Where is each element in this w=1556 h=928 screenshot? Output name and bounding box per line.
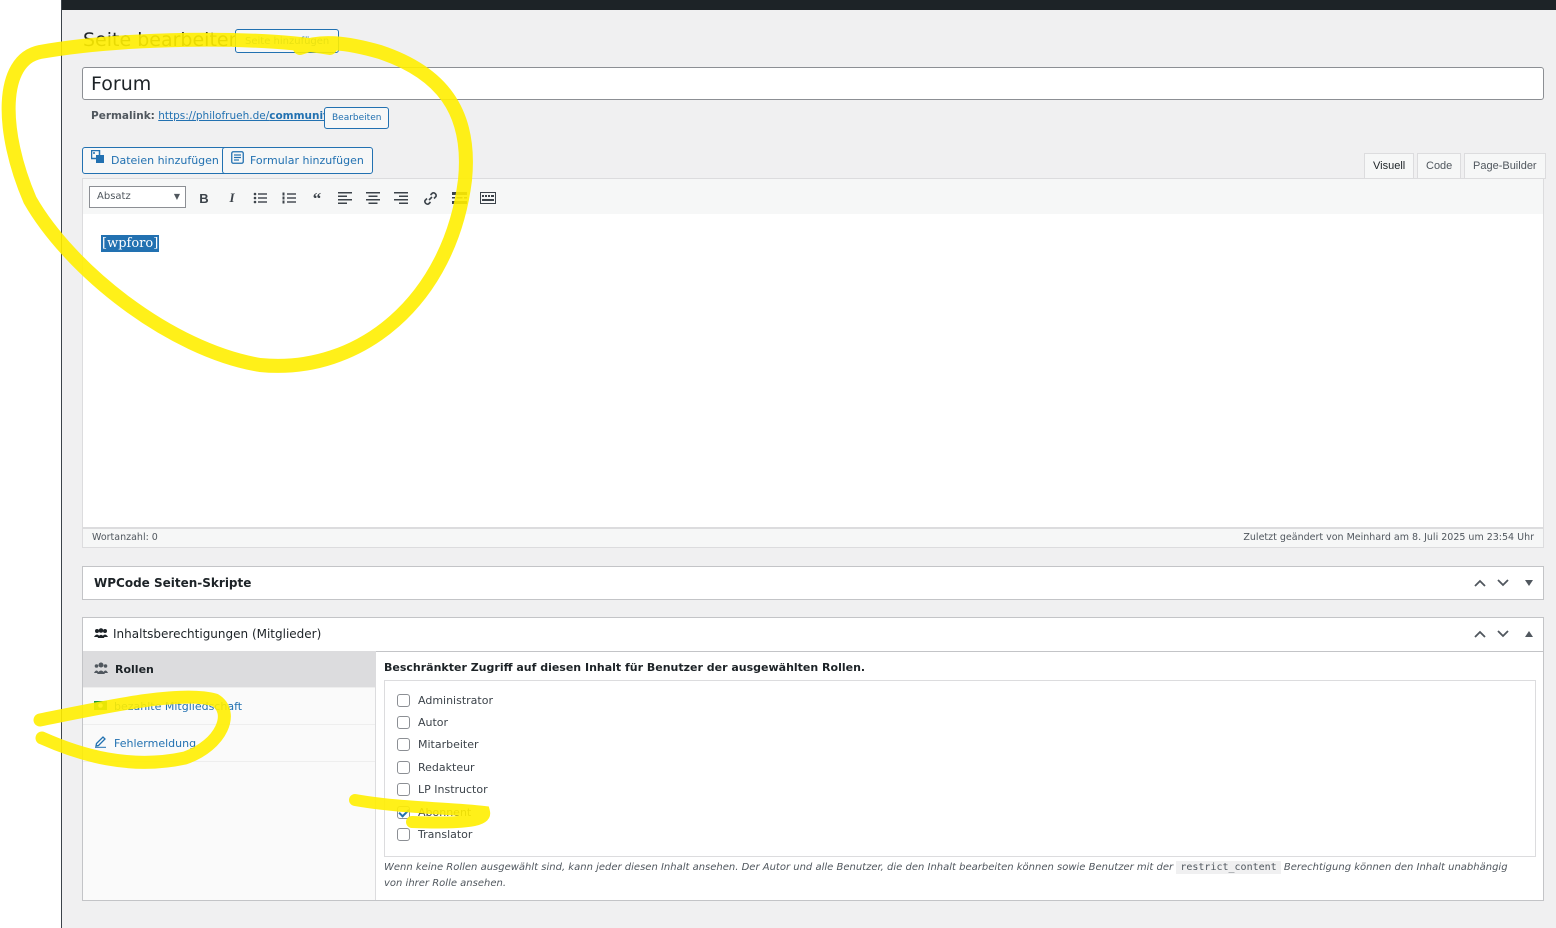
blockquote-icon[interactable]: “ xyxy=(307,188,327,208)
add-form-label: Formular hinzufügen xyxy=(250,154,364,167)
admin-bar xyxy=(62,0,1556,10)
edit-icon xyxy=(94,735,107,751)
post-title-input[interactable] xyxy=(82,67,1544,100)
chevron-down-icon: ▼ xyxy=(173,192,180,201)
role-option[interactable]: Administrator xyxy=(397,694,493,707)
roles-list: Administrator Autor Mitarbeiter Redakteu… xyxy=(384,680,1536,857)
content-shortcode[interactable]: [wpforo] xyxy=(101,235,160,252)
role-option[interactable]: Translator xyxy=(397,828,472,841)
role-option[interactable]: Mitarbeiter xyxy=(397,738,479,751)
role-label: Autor xyxy=(418,716,449,729)
permalink-label: Permalink: xyxy=(91,110,155,122)
roles-heading: Beschränkter Zugriff auf diesen Inhalt f… xyxy=(384,661,866,674)
page-title: Seite bearbeiten xyxy=(83,29,241,51)
role-option[interactable]: Redakteur xyxy=(397,761,475,774)
groups-icon xyxy=(94,627,108,641)
align-center-icon[interactable] xyxy=(363,188,383,208)
role-label: Mitarbeiter xyxy=(418,738,479,751)
role-option[interactable]: LP Instructor xyxy=(397,783,488,796)
read-more-icon[interactable] xyxy=(449,188,469,208)
checkbox[interactable] xyxy=(397,716,410,729)
users-icon xyxy=(94,662,108,677)
editor-content-area[interactable]: [wpforo] xyxy=(82,214,1544,528)
money-icon xyxy=(94,700,107,713)
bold-icon[interactable]: B xyxy=(194,188,214,208)
italic-icon[interactable]: I xyxy=(222,188,242,208)
toolbar-toggle-icon[interactable] xyxy=(478,188,498,208)
tab-visual[interactable]: Visuell xyxy=(1364,153,1415,179)
wpcode-metabox-header[interactable]: WPCode Seiten-Skripte xyxy=(83,567,1543,600)
link-icon[interactable] xyxy=(420,188,440,208)
role-label: Translator xyxy=(418,828,473,841)
checkbox[interactable] xyxy=(397,738,410,751)
role-option[interactable]: Abonnent xyxy=(397,806,471,819)
role-label: Redakteur xyxy=(418,761,475,774)
add-files-label: Dateien hinzufügen xyxy=(111,154,219,167)
checkbox[interactable] xyxy=(397,828,410,841)
roles-note-code: restrict_content xyxy=(1176,861,1281,874)
toggle-panel-icon[interactable] xyxy=(1520,575,1538,591)
permissions-metabox-header[interactable]: Inhaltsberechtigungen (Mitglieder) xyxy=(83,618,1543,652)
roles-note: Wenn keine Rollen ausgewählt sind, kann … xyxy=(384,860,1524,892)
permalink: Permalink: https://philofrueh.de/communi… xyxy=(91,110,339,122)
format-select-value: Absatz xyxy=(97,191,131,202)
numbered-list-icon[interactable] xyxy=(279,188,299,208)
toggle-panel-icon[interactable] xyxy=(1520,626,1538,642)
tab-error-message[interactable]: Fehlermeldung xyxy=(83,725,375,762)
editor-status-bar: Wortanzahl: 0 Zuletzt geändert von Meinh… xyxy=(82,528,1544,548)
role-label: Administrator xyxy=(418,694,493,707)
tab-code[interactable]: Code xyxy=(1417,153,1462,179)
format-select[interactable]: Absatz ▼ xyxy=(89,186,186,208)
permissions-title-text: Inhaltsberechtigungen (Mitglieder) xyxy=(113,627,322,641)
wpcode-metabox: WPCode Seiten-Skripte xyxy=(82,566,1544,600)
bullet-list-icon[interactable] xyxy=(250,188,270,208)
checkbox[interactable] xyxy=(397,761,410,774)
checkbox-checked[interactable] xyxy=(397,806,410,819)
role-label: Abonnent xyxy=(418,806,472,819)
move-down-icon[interactable] xyxy=(1494,575,1512,591)
checkbox[interactable] xyxy=(397,783,410,796)
last-modified: Zuletzt geändert von Meinhard am 8. Juli… xyxy=(1243,532,1534,543)
roles-note-before: Wenn keine Rollen ausgewählt sind, kann … xyxy=(384,862,1174,873)
permalink-url-prefix: https://philofrueh.de/ xyxy=(158,110,270,122)
checkbox[interactable] xyxy=(397,694,410,707)
tab-page-builder[interactable]: Page-Builder xyxy=(1464,153,1546,179)
align-left-icon[interactable] xyxy=(335,188,355,208)
media-icon xyxy=(90,148,105,173)
wpcode-metabox-title: WPCode Seiten-Skripte xyxy=(94,576,252,590)
add-form-button[interactable]: Formular hinzufügen xyxy=(222,147,373,174)
align-right-icon[interactable] xyxy=(391,188,411,208)
tab-roles[interactable]: Rollen xyxy=(83,651,375,688)
move-up-icon[interactable] xyxy=(1471,626,1489,642)
editor-toolbar: Absatz ▼ B I “ xyxy=(82,178,1544,215)
move-down-icon[interactable] xyxy=(1494,626,1512,642)
tab-error-message-label: Fehlermeldung xyxy=(114,736,197,750)
permalink-edit-button[interactable]: Bearbeiten xyxy=(324,107,390,129)
permissions-tabs: Rollen bezahlte Mitgliedschaft Fehlermel… xyxy=(83,651,376,900)
tab-paid-membership-label: bezahlte Mitgliedschaft xyxy=(114,699,243,713)
move-up-icon[interactable] xyxy=(1471,575,1489,591)
permalink-url[interactable]: https://philofrueh.de/community/ xyxy=(158,110,338,122)
role-option[interactable]: Autor xyxy=(397,716,448,729)
add-page-button[interactable]: Seite hinzufügen xyxy=(235,29,340,53)
permissions-metabox: Inhaltsberechtigungen (Mitglieder) Rolle… xyxy=(82,617,1544,901)
form-icon xyxy=(231,148,244,173)
role-label: LP Instructor xyxy=(418,783,488,796)
permissions-metabox-title: Inhaltsberechtigungen (Mitglieder) xyxy=(94,627,321,641)
tab-roles-label: Rollen xyxy=(115,662,154,676)
word-count: Wortanzahl: 0 xyxy=(92,532,158,543)
add-files-button[interactable]: Dateien hinzufügen xyxy=(82,147,228,174)
tab-paid-membership[interactable]: bezahlte Mitgliedschaft xyxy=(83,688,375,725)
